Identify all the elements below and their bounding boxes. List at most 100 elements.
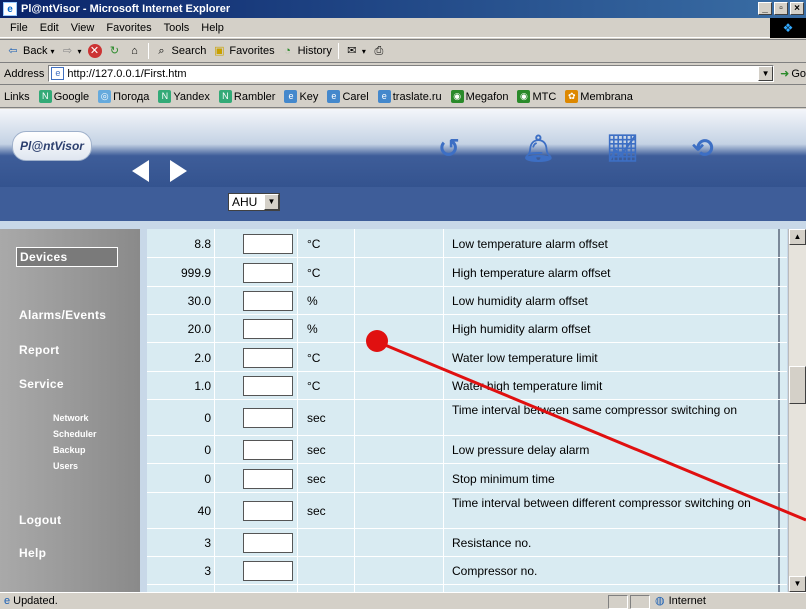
home-button[interactable]: ⌂ xyxy=(128,44,142,58)
param-input[interactable] xyxy=(243,263,293,283)
favorites-button[interactable]: ▣ Favorites xyxy=(212,44,274,58)
back-button[interactable]: ⇦ Back ▾ xyxy=(6,44,54,58)
device-select-dropdown-button[interactable]: ▼ xyxy=(264,194,279,210)
search-label: Search xyxy=(171,45,207,57)
scroll-thumb[interactable] xyxy=(789,366,806,404)
sidebar-item-service[interactable]: Service xyxy=(19,377,64,391)
link-rambler[interactable]: N Rambler xyxy=(218,90,276,103)
device-type-select[interactable]: AHU ▼ xyxy=(228,193,280,211)
favorites-folder-icon: ▣ xyxy=(214,45,225,57)
print-icon: ⎙ xyxy=(374,45,384,57)
param-input[interactable] xyxy=(243,408,293,428)
param-input[interactable] xyxy=(243,440,293,460)
link-membrana[interactable]: ✿ Membrana xyxy=(565,90,633,103)
sidebar-sub-network[interactable]: Network xyxy=(53,413,89,423)
print-button[interactable]: ⎙ xyxy=(372,44,386,58)
address-dropdown-button[interactable]: ▼ xyxy=(758,66,774,81)
param-input[interactable] xyxy=(243,533,293,553)
stop-icon: ✕ xyxy=(87,44,102,58)
history-label: History xyxy=(297,45,332,57)
param-input[interactable] xyxy=(243,561,293,581)
sidebar-item-devices[interactable]: Devices xyxy=(16,247,118,267)
mail-button[interactable]: ✉ ▾ xyxy=(345,44,366,58)
param-unit: sec xyxy=(307,472,326,486)
param-unit: sec xyxy=(307,443,326,457)
link-yandex[interactable]: N Yandex xyxy=(158,90,210,103)
vertical-scrollbar[interactable]: ▲ ▼ xyxy=(788,229,806,592)
link-label: traslate.ru xyxy=(392,90,442,103)
service-arrow-icon[interactable]: ⟲ xyxy=(692,133,714,164)
param-input[interactable] xyxy=(243,319,293,339)
links-bar: Links N Google ◎ Погода N Yandex N Rambler e… xyxy=(0,86,806,108)
scroll-up-button[interactable]: ▲ xyxy=(789,229,806,245)
search-button[interactable]: ⌕ Search xyxy=(155,44,207,58)
param-description: Water low temperature limit xyxy=(452,351,598,365)
restore-button[interactable]: ▫ xyxy=(774,2,788,15)
refresh-icon: ↻ xyxy=(109,45,120,57)
menu-favorites[interactable]: Favorites xyxy=(100,22,157,34)
forward-button[interactable]: ⇨ ▾ xyxy=(60,44,82,58)
param-description: Time interval between different compress… xyxy=(452,496,751,510)
menu-help[interactable]: Help xyxy=(195,22,230,34)
link-label: Rambler xyxy=(233,90,276,103)
link-pogoda[interactable]: ◎ Погода xyxy=(98,90,149,103)
param-unit: % xyxy=(307,322,318,336)
menu-file[interactable]: File xyxy=(4,22,34,34)
scroll-down-button[interactable]: ▼ xyxy=(789,576,806,592)
history-button[interactable]: ◔ History xyxy=(281,44,332,58)
sidebar-item-alarms-events[interactable]: Alarms/Events xyxy=(19,308,106,322)
graph-trend-icon[interactable]: 📈︎ xyxy=(606,133,639,164)
go-label: Go xyxy=(791,67,806,80)
address-input[interactable]: e http://127.0.0.1/First.htm ▼ xyxy=(48,65,775,82)
param-input[interactable] xyxy=(243,291,293,311)
alarm-bell-icon[interactable]: 🔔︎ xyxy=(522,133,555,164)
param-input[interactable] xyxy=(243,376,293,396)
sidebar-sub-users[interactable]: Users xyxy=(53,461,78,471)
param-input[interactable] xyxy=(243,469,293,489)
status-text: Updated. xyxy=(13,595,58,607)
plantvisor-header: Pl@ntVisor ↺ 🔔︎ 📈︎ ⟲ xyxy=(0,109,806,187)
globe-icon: ◍ xyxy=(655,595,665,607)
sidebar-sub-backup[interactable]: Backup xyxy=(53,445,86,455)
link-favicon-icon: ✿ xyxy=(565,90,579,103)
table-row: 3 Compressor no. xyxy=(147,557,787,585)
menu-tools[interactable]: Tools xyxy=(158,22,196,34)
menu-edit[interactable]: Edit xyxy=(34,22,65,34)
close-button[interactable]: × xyxy=(790,2,804,15)
sidebar-item-logout[interactable]: Logout xyxy=(19,513,61,527)
refresh-cycle-icon[interactable]: ↺ xyxy=(438,133,460,164)
previous-arrow-icon[interactable] xyxy=(132,160,149,182)
plantvisor-logo: Pl@ntVisor xyxy=(12,131,92,161)
param-input[interactable] xyxy=(243,348,293,368)
stop-button[interactable]: ✕ xyxy=(87,44,102,58)
param-description: Compressor no. xyxy=(452,564,538,578)
link-megafon[interactable]: ◉ Megafon xyxy=(450,90,508,103)
sidebar-sub-scheduler[interactable]: Scheduler xyxy=(53,429,97,439)
param-description: High temperature alarm offset xyxy=(452,266,611,280)
sidebar-item-report[interactable]: Report xyxy=(19,343,59,357)
param-input[interactable] xyxy=(243,501,293,521)
param-unit: sec xyxy=(307,411,326,425)
back-arrow-icon: ⇦ xyxy=(8,45,18,57)
minimize-button[interactable]: _ xyxy=(758,2,772,15)
param-input[interactable] xyxy=(243,234,293,254)
link-mtc[interactable]: ◉ MTC xyxy=(517,90,556,103)
next-arrow-icon[interactable] xyxy=(170,160,187,182)
parameters-table: 8.8 °C Low temperature alarm offset 999.9 °C… xyxy=(147,229,787,592)
param-description: Resistance no. xyxy=(452,536,532,550)
link-google[interactable]: N Google xyxy=(38,90,89,103)
favorites-label: Favorites xyxy=(229,45,275,57)
go-button[interactable]: ➜ Go xyxy=(780,67,806,81)
sidebar-item-help[interactable]: Help xyxy=(19,546,46,560)
table-row: 0 sec Stop minimum time xyxy=(147,464,787,493)
link-key[interactable]: e Key xyxy=(284,90,318,103)
page-content: Pl@ntVisor ↺ 🔔︎ 📈︎ ⟲ AHU ▼ Devices Alarm… xyxy=(0,109,806,592)
link-carel[interactable]: e Carel xyxy=(327,90,369,103)
refresh-button[interactable]: ↻ xyxy=(108,44,122,58)
link-traslate[interactable]: e traslate.ru xyxy=(377,90,442,103)
address-label: Address xyxy=(4,67,45,80)
menu-view[interactable]: View xyxy=(65,22,101,34)
zone-label: Internet xyxy=(668,594,706,607)
param-description: Time interval between same compressor sw… xyxy=(452,403,738,417)
param-value: 3 xyxy=(204,564,211,578)
